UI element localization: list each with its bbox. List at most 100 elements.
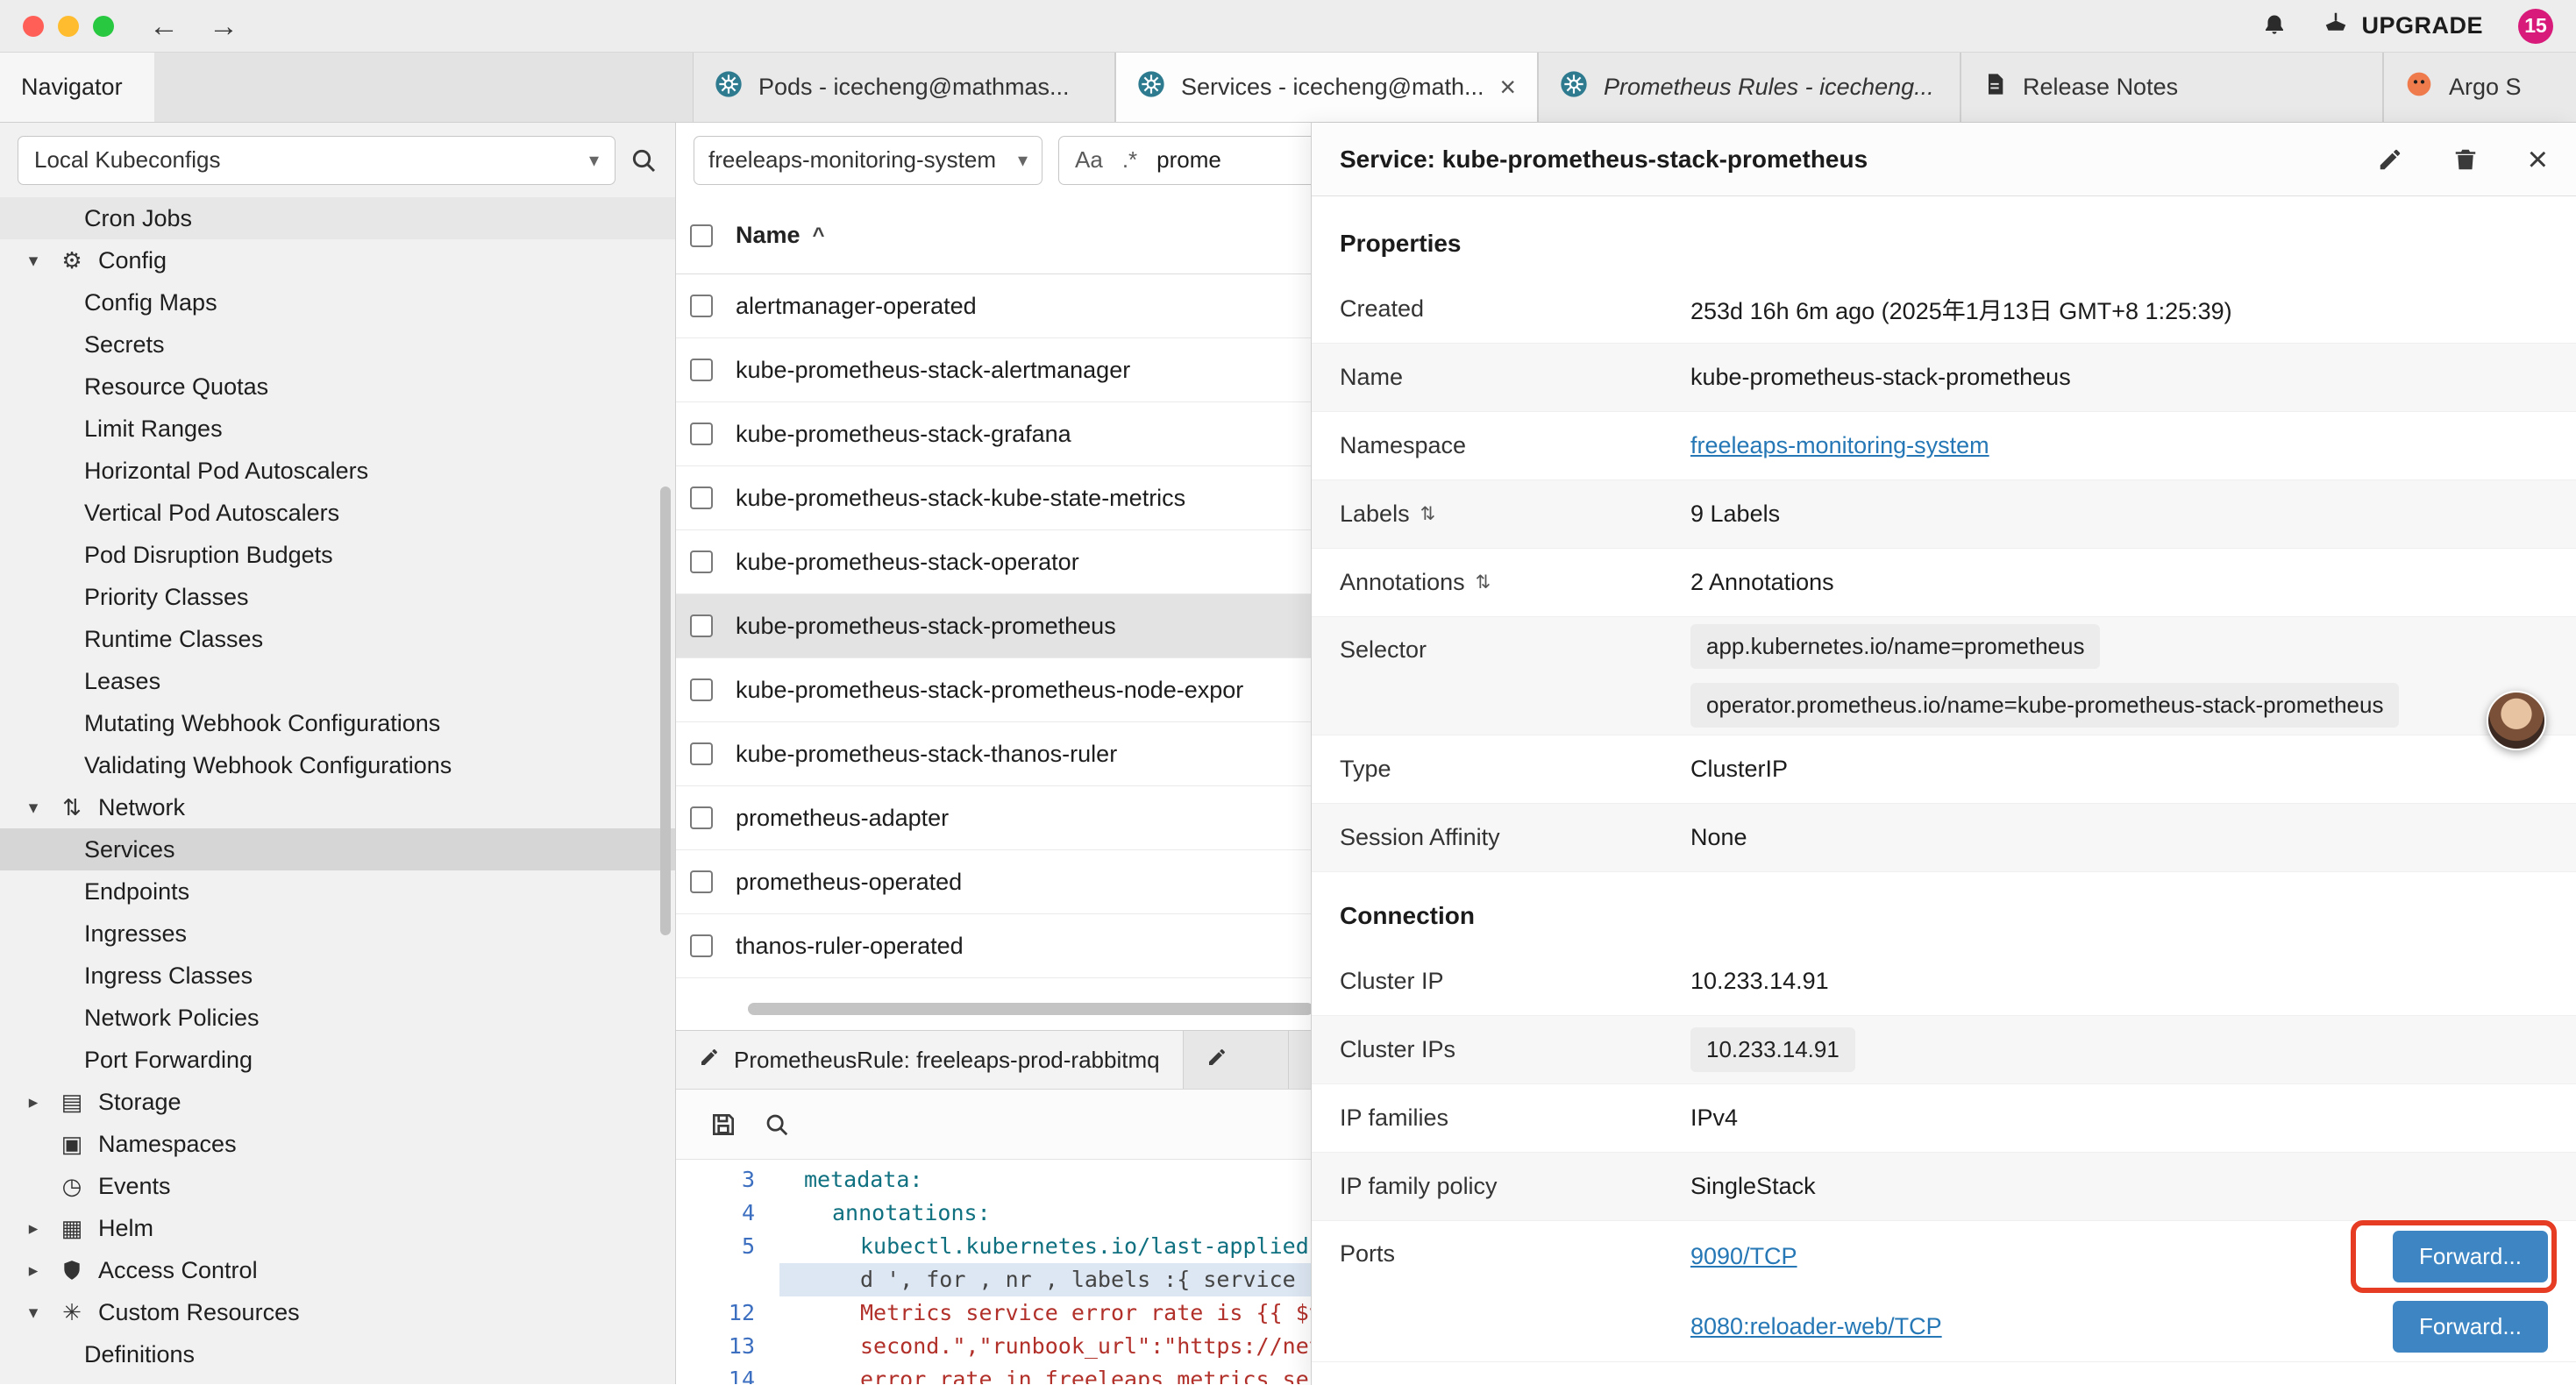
sidebar-item-leases[interactable]: Leases — [0, 660, 675, 702]
namespace-link[interactable]: freeleaps-monitoring-system — [1690, 432, 2548, 459]
code-line: kubectl.kubernetes.io/last-applied-co — [779, 1230, 1348, 1263]
sidebar-item-validating-webhook-configurations[interactable]: Validating Webhook Configurations — [0, 744, 675, 786]
kubeconfig-select[interactable]: Local Kubeconfigs ▾ — [18, 136, 616, 185]
row-checkbox[interactable] — [690, 295, 713, 317]
tab-prometheus-rules[interactable]: Prometheus Rules - icecheng... — [1538, 53, 1960, 122]
sidebar-item-ingresses[interactable]: Ingresses — [0, 913, 675, 955]
sidebar-item-horizontal-pod-autoscalers[interactable]: Horizontal Pod Autoscalers — [0, 450, 675, 492]
events-icon: ◷ — [56, 1173, 88, 1200]
horizontal-scrollbar[interactable] — [748, 1003, 1313, 1015]
row-checkbox[interactable] — [690, 742, 713, 765]
sidebar-item-namespaces[interactable]: ▣ Namespaces — [0, 1123, 675, 1165]
forward-button[interactable]: Forward... — [2393, 1231, 2548, 1282]
navigator-panel-tab[interactable]: Navigator — [0, 53, 154, 122]
close-window-button[interactable] — [23, 16, 44, 37]
row-checkbox[interactable] — [690, 678, 713, 701]
config-icon: ⚙ — [56, 247, 88, 274]
window-controls — [23, 16, 114, 37]
sidebar-item-resource-quotas[interactable]: Resource Quotas — [0, 366, 675, 408]
regex-toggle[interactable]: .* — [1122, 146, 1137, 174]
ip-families-row: IP families IPv4 — [1312, 1084, 2576, 1153]
row-checkbox[interactable] — [690, 614, 713, 637]
forward-button[interactable]: Forward... — [2393, 1301, 2548, 1353]
edit-icon[interactable] — [2377, 146, 2403, 173]
sidebar-item-pod-disruption-budgets[interactable]: Pod Disruption Budgets — [0, 534, 675, 576]
sidebar-item-vertical-pod-autoscalers[interactable]: Vertical Pod Autoscalers — [0, 492, 675, 534]
drawer-title: Service: kube-prometheus-stack-prometheu… — [1340, 146, 1868, 174]
close-tab-icon[interactable]: × — [1499, 71, 1516, 103]
sidebar-item-events[interactable]: ◷ Events — [0, 1165, 675, 1207]
notification-count-badge[interactable]: 15 — [2518, 9, 2553, 44]
argo-icon — [2405, 70, 2433, 104]
sidebar-item-config[interactable]: ▾ ⚙ Config — [0, 239, 675, 281]
row-checkbox[interactable] — [690, 423, 713, 445]
save-icon[interactable] — [709, 1111, 737, 1139]
service-detail-drawer: Service: kube-prometheus-stack-prometheu… — [1311, 123, 2576, 1385]
search-icon[interactable] — [764, 1112, 790, 1138]
port-link-8080[interactable]: 8080:reloader-web/TCP — [1690, 1313, 1942, 1340]
close-drawer-icon[interactable]: × — [2528, 142, 2548, 177]
ports-row: Ports 9090/TCP Forward... 8080:reloader-… — [1312, 1221, 2576, 1362]
tab-bar: Navigator Pods - icecheng@mathmas... Ser… — [0, 53, 2576, 123]
created-value: 253d 16h 6m ago (2025年1月13日 GMT+8 1:25:3… — [1690, 292, 2548, 326]
maximize-window-button[interactable] — [93, 16, 114, 37]
network-icon: ⇅ — [56, 794, 88, 821]
row-checkbox[interactable] — [690, 934, 713, 957]
port-link-9090[interactable]: 9090/TCP — [1690, 1243, 1797, 1270]
type-row: Type ClusterIP — [1312, 735, 2576, 804]
row-checkbox[interactable] — [690, 359, 713, 381]
sidebar-item-definitions[interactable]: Definitions — [0, 1333, 675, 1375]
sidebar-item-storage[interactable]: ▸ ▤ Storage — [0, 1081, 675, 1123]
sidebar-scrollbar[interactable] — [660, 487, 671, 935]
tab-spacer — [154, 53, 693, 122]
sidebar-item-helm[interactable]: ▸ ▦ Helm — [0, 1207, 675, 1249]
ip-family-policy-value: SingleStack — [1690, 1173, 2548, 1200]
sidebar-item-runtime-classes[interactable]: Runtime Classes — [0, 618, 675, 660]
row-checkbox[interactable] — [690, 806, 713, 829]
code-line: error rate in freeleaps metrics ser — [779, 1363, 1322, 1384]
code-line: second.","runbook_url":"https://net — [779, 1330, 1322, 1363]
tab-release-notes[interactable]: Release Notes — [1960, 53, 2383, 122]
sidebar-item-ingress-classes[interactable]: Ingress Classes — [0, 955, 675, 997]
row-checkbox[interactable] — [690, 550, 713, 573]
upgrade-button[interactable]: UPGRADE — [2323, 10, 2483, 42]
tab-services[interactable]: Services - icecheng@math... × — [1115, 53, 1538, 122]
trash-icon[interactable] — [2452, 146, 2479, 173]
row-checkbox[interactable] — [690, 870, 713, 893]
sidebar-item-network-policies[interactable]: Network Policies — [0, 997, 675, 1039]
navigator-sidebar: Local Kubeconfigs ▾ Cron Jobs ▾ ⚙ Config… — [0, 123, 676, 1384]
row-checkbox[interactable] — [690, 487, 713, 509]
name-column-header[interactable]: Name — [736, 222, 801, 249]
tab-pods[interactable]: Pods - icecheng@mathmas... — [693, 53, 1115, 122]
forward-arrow-icon[interactable]: → — [209, 11, 238, 41]
sidebar-item-secrets[interactable]: Secrets — [0, 323, 675, 366]
sidebar-item-port-forwarding[interactable]: Port Forwarding — [0, 1039, 675, 1081]
sidebar-item-limit-ranges[interactable]: Limit Ranges — [0, 408, 675, 450]
back-arrow-icon[interactable]: ← — [149, 11, 179, 41]
ship-icon — [2323, 10, 2349, 42]
minimize-window-button[interactable] — [58, 16, 79, 37]
notification-bell-icon[interactable] — [2261, 13, 2288, 39]
namespace-select[interactable]: freeleaps-monitoring-system ▾ — [694, 136, 1042, 185]
sidebar-item-cron-jobs[interactable]: Cron Jobs — [0, 197, 675, 239]
sidebar-item-access-control[interactable]: ▸ Access Control — [0, 1249, 675, 1291]
code-line: metadata: — [779, 1163, 922, 1197]
sidebar-item-network[interactable]: ▾ ⇅ Network — [0, 786, 675, 828]
unfold-icon[interactable]: ⇅ — [1476, 572, 1491, 593]
match-case-toggle[interactable]: Aa — [1075, 146, 1103, 174]
sidebar-item-mutating-webhook-configurations[interactable]: Mutating Webhook Configurations — [0, 702, 675, 744]
chevron-down-icon: ▾ — [1018, 149, 1028, 172]
select-all-checkbox[interactable] — [690, 224, 713, 247]
sidebar-item-endpoints[interactable]: Endpoints — [0, 870, 675, 913]
tab-argo[interactable]: Argo S — [2383, 53, 2576, 122]
dock-tab-prometheusrule[interactable]: PrometheusRule: freeleaps-prod-rabbitmq — [676, 1031, 1184, 1089]
unfold-icon[interactable]: ⇅ — [1420, 503, 1436, 525]
sidebar-item-custom-resources[interactable]: ▾ ✳ Custom Resources — [0, 1291, 675, 1333]
annotations-row: Annotations ⇅ 2 Annotations — [1312, 549, 2576, 617]
sidebar-item-config-maps[interactable]: Config Maps — [0, 281, 675, 323]
search-icon[interactable] — [630, 146, 658, 174]
dock-tab-partial[interactable] — [1184, 1031, 1289, 1089]
user-avatar[interactable] — [2487, 691, 2546, 750]
sidebar-item-services[interactable]: Services — [0, 828, 675, 870]
sidebar-item-priority-classes[interactable]: Priority Classes — [0, 576, 675, 618]
